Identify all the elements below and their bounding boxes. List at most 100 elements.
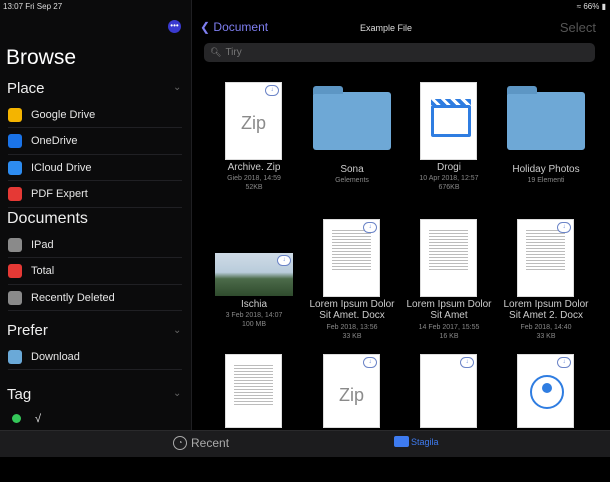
icloud-icon xyxy=(8,160,22,175)
file-date: 19 Elementi xyxy=(527,177,565,184)
sidebar-item-total[interactable]: Total xyxy=(8,259,182,285)
file-item[interactable]: Zip ↓ xyxy=(305,352,399,482)
section-documents[interactable]: Documents xyxy=(7,210,88,228)
icloud-download-icon[interactable]: ↓ xyxy=(557,222,571,233)
sidebar-item-google-drive[interactable]: Google Drive xyxy=(8,102,182,128)
text-line xyxy=(332,260,371,261)
chevron-down-icon[interactable]: ⌄ xyxy=(173,325,181,336)
search-placeholder: Tiry xyxy=(225,47,242,58)
document-icon: ↓ xyxy=(323,219,380,297)
sidebar-item-icloud[interactable]: ICloud Drive xyxy=(8,155,182,181)
text-line xyxy=(332,233,371,234)
section-prefer[interactable]: Prefer xyxy=(7,322,48,339)
file-name: Ischia xyxy=(240,299,268,310)
search-bar[interactable]: 🔍︎ Tiry xyxy=(204,43,595,62)
sidebar-item-trash[interactable]: Recently Deleted xyxy=(8,285,182,311)
file-name: Drogi xyxy=(437,162,461,173)
text-line xyxy=(429,242,468,243)
zip-glyph: Zip xyxy=(240,113,266,133)
file-name: Lorem Ipsum Dolor Sit Amet 2. Docx xyxy=(503,299,589,321)
text-line xyxy=(332,236,371,237)
folder-item[interactable]: Sona Gelements xyxy=(305,78,399,208)
text-line xyxy=(526,242,565,243)
sidebar-title: Browse xyxy=(6,46,77,69)
file-item[interactable]: ↓ Ischia 3 Feb 2018, 14:07 100 MB xyxy=(207,215,301,345)
tab-browse[interactable]: Stagila xyxy=(394,436,439,447)
file-item[interactable]: ↓ xyxy=(402,352,496,482)
text-line xyxy=(332,239,371,240)
text-line xyxy=(429,260,468,261)
sidebar-item-onedrive[interactable]: OneDrive xyxy=(8,129,182,155)
text-line xyxy=(526,257,565,258)
folder-item[interactable]: Holiday Photos 19 Elementi xyxy=(499,78,593,208)
photo-thumbnail: ↓ xyxy=(215,253,293,296)
chevron-down-icon[interactable]: ⌄ xyxy=(173,388,181,399)
onedrive-icon xyxy=(8,134,22,148)
text-line xyxy=(526,266,565,267)
text-line xyxy=(429,257,468,258)
file-item[interactable]: Lorem Ipsum Dolor Sit Amet 14 Feb 2017, 1… xyxy=(402,215,496,345)
icloud-download-icon[interactable]: ↓ xyxy=(460,357,474,368)
icloud-download-icon[interactable]: ↓ xyxy=(363,357,377,368)
contact-file-icon: ↓ xyxy=(517,354,574,428)
file-item[interactable] xyxy=(207,352,301,482)
text-line xyxy=(429,248,468,249)
tab-recent[interactable]: ◔ Recent xyxy=(173,436,229,450)
sidebar-item-pdf-expert[interactable]: PDF Expert xyxy=(8,182,182,208)
clapperboard-icon xyxy=(431,99,471,137)
chevron-down-icon[interactable]: ⌄ xyxy=(173,82,181,93)
contact-avatar-icon xyxy=(530,375,564,409)
icloud-download-icon[interactable]: ↓ xyxy=(265,85,279,96)
text-line xyxy=(332,269,371,270)
back-button[interactable]: ❮ Document xyxy=(200,20,268,34)
text-line xyxy=(429,245,468,246)
video-file-icon xyxy=(420,82,477,160)
sidebar-item-label: IPad xyxy=(31,238,54,251)
ipad-icon xyxy=(8,237,22,252)
file-item[interactable]: ↓ xyxy=(499,352,593,482)
text-line xyxy=(234,389,273,390)
text-line xyxy=(234,392,273,393)
icloud-download-icon[interactable]: ↓ xyxy=(277,255,291,266)
sidebar: 13:07 Fri Sep 27 ••• Browse Place ⌄ Goog… xyxy=(0,0,192,430)
sidebar-item-label: Download xyxy=(31,350,80,363)
folder-icon xyxy=(313,86,391,150)
text-line xyxy=(234,368,273,369)
status-time-date: 13:07 Fri Sep 27 xyxy=(3,2,63,11)
text-line xyxy=(429,239,468,240)
pdf-expert-icon xyxy=(8,187,22,201)
section-tag[interactable]: Tag xyxy=(7,386,31,403)
text-line xyxy=(332,254,371,255)
text-line xyxy=(526,233,565,234)
sidebar-item-folder[interactable]: Download xyxy=(8,344,182,370)
battery-icon: ▮ xyxy=(601,2,606,11)
tag-color-dot xyxy=(12,414,21,423)
more-options-button[interactable]: ••• xyxy=(168,20,181,33)
wifi-icon: ≈ xyxy=(576,2,582,11)
text-line xyxy=(526,245,565,246)
folder-title: Example File xyxy=(360,23,413,33)
icloud-download-icon[interactable]: ↓ xyxy=(557,357,571,368)
text-line xyxy=(234,380,273,381)
document-icon: ↓ xyxy=(420,354,477,428)
icloud-download-icon[interactable]: ↓ xyxy=(363,222,377,233)
file-name: Sona xyxy=(340,164,364,175)
file-item[interactable]: Zip ↓ Archive. Zip Gieb 2018, 14:59 52KB xyxy=(207,78,301,208)
text-line xyxy=(429,233,468,234)
text-lines xyxy=(526,230,565,272)
select-button[interactable]: Select xyxy=(560,20,596,35)
text-line xyxy=(234,377,273,378)
sidebar-item-label: ICloud Drive xyxy=(31,161,92,174)
file-item[interactable]: ↓ Lorem Ipsum Dolor Sit Amet 2. Docx Feb 2… xyxy=(499,215,593,345)
text-line xyxy=(429,263,468,264)
sidebar-item-ipad[interactable]: IPad xyxy=(8,232,182,258)
back-label: Document xyxy=(213,20,269,34)
text-line xyxy=(526,254,565,255)
file-item[interactable]: Drogi 10 Apr 2018, 12:57 676KB xyxy=(402,78,496,208)
section-place[interactable]: Place xyxy=(7,80,45,97)
text-line xyxy=(332,245,371,246)
text-line xyxy=(332,257,371,258)
file-name: Archive. Zip xyxy=(227,162,281,173)
file-item[interactable]: ↓ Lorem Ipsum Dolor Sit Amet. Docx Feb 201… xyxy=(305,215,399,345)
tag-item[interactable]: √ xyxy=(8,406,182,430)
